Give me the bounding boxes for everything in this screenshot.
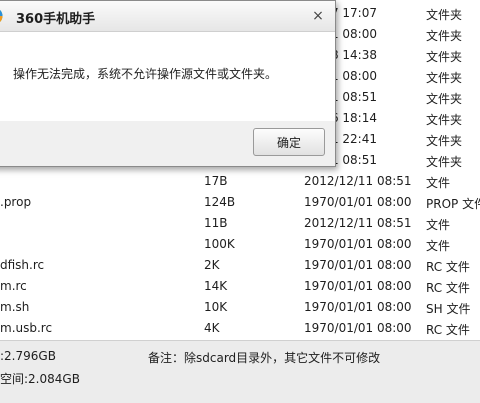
- file-size: 11B: [204, 216, 228, 230]
- dialog-titlebar[interactable]: 360手机助手 ×: [0, 1, 335, 32]
- dialog-title: 360手机助手: [16, 12, 96, 27]
- file-size: 124B: [204, 195, 236, 209]
- file-type: 文件夹: [426, 71, 463, 85]
- file-name: m.usb.rc: [0, 321, 53, 335]
- file-type: RC 文件: [426, 323, 470, 337]
- file-type: 文件: [426, 176, 451, 190]
- file-type: 文件夹: [426, 92, 463, 106]
- file-row[interactable]: .prop 124B 1970/01/01 08:00 PROP 文件: [0, 192, 480, 213]
- file-date: 2012/12/11 08:51: [304, 216, 412, 230]
- file-type: 文件夹: [426, 113, 463, 127]
- file-name: m.sh: [0, 300, 30, 314]
- file-size: 14K: [204, 279, 228, 293]
- file-row[interactable]: m.sh 10K 1970/01/01 08:00 SH 文件: [0, 297, 480, 318]
- file-date: 1970/01/01 08:00: [304, 300, 412, 314]
- file-type: 文件夹: [426, 134, 463, 148]
- ok-button[interactable]: 确定: [253, 128, 325, 156]
- file-row[interactable]: m.rc 14K 1970/01/01 08:00 RC 文件: [0, 276, 480, 297]
- close-icon[interactable]: ×: [311, 9, 325, 23]
- file-row[interactable]: dfish.rc 2K 1970/01/01 08:00 RC 文件: [0, 255, 480, 276]
- file-type: 文件: [426, 239, 451, 253]
- free-space-text: 空间:2.084GB: [0, 372, 80, 386]
- total-space-text: :2.796GB: [0, 349, 56, 363]
- file-size: 10K: [204, 300, 228, 314]
- file-row[interactable]: m.usb.rc 4K 1970/01/01 08:00 RC 文件: [0, 318, 480, 339]
- file-type: SH 文件: [426, 302, 471, 316]
- file-type: PROP 文件: [426, 197, 480, 211]
- file-date: 1970/01/01 08:00: [304, 237, 412, 251]
- file-name: dfish.rc: [0, 258, 45, 272]
- file-type: 文件: [426, 218, 451, 232]
- file-type: 文件夹: [426, 50, 463, 64]
- file-type: RC 文件: [426, 260, 470, 274]
- file-date: 1970/01/01 08:00: [304, 195, 412, 209]
- file-name: m.rc: [0, 279, 27, 293]
- status-bar: :2.796GB 空间:2.084GB 备注：除sdcard目录外，其它文件不可…: [0, 340, 480, 403]
- file-date: 2012/12/11 08:51: [304, 174, 412, 188]
- file-type: 文件夹: [426, 8, 463, 22]
- file-type: RC 文件: [426, 281, 470, 295]
- file-date: 1970/01/01 08:00: [304, 279, 412, 293]
- file-row[interactable]: 11B 2012/12/11 08:51 文件: [0, 213, 480, 234]
- file-size: 17B: [204, 174, 228, 188]
- dialog-message: 操作无法完成，系统不允许操作源文件或文件夹。: [13, 67, 278, 81]
- file-row[interactable]: 17B 2012/12/11 08:51 文件: [0, 171, 480, 192]
- error-dialog: 360手机助手 × 操作无法完成，系统不允许操作源文件或文件夹。 确定: [0, 0, 336, 167]
- file-size: 2K: [204, 258, 220, 272]
- file-type: 文件夹: [426, 155, 463, 169]
- file-date: 1970/01/01 08:00: [304, 321, 412, 335]
- file-date: 1970/01/01 08:00: [304, 258, 412, 272]
- file-size: 4K: [204, 321, 220, 335]
- file-size: 100K: [204, 237, 235, 251]
- app-logo-icon: [0, 9, 3, 23]
- file-name: .prop: [0, 195, 32, 209]
- file-type: 文件夹: [426, 29, 463, 43]
- status-note: 备注：除sdcard目录外，其它文件不可修改: [148, 351, 381, 365]
- file-row[interactable]: 100K 1970/01/01 08:00 文件: [0, 234, 480, 255]
